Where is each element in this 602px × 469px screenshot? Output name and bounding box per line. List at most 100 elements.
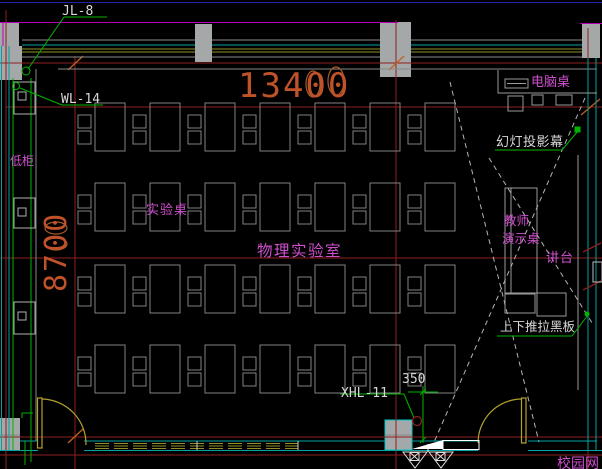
stool: [408, 277, 421, 290]
stool: [298, 195, 311, 208]
stool: [133, 277, 146, 290]
stool: [133, 293, 146, 306]
door-right: [478, 398, 526, 443]
stool: [188, 115, 201, 128]
lab-desk: [315, 183, 345, 231]
stool: [298, 211, 311, 224]
right-furniture: [498, 70, 597, 390]
stool: [298, 131, 311, 144]
floorplan-drawing: 13400 8700 350 JL-8 WL-14 XHL-11 幻灯投影幕 上…: [0, 0, 602, 469]
stool: [353, 357, 366, 370]
stool: [133, 373, 146, 386]
lab-desk: [260, 345, 290, 393]
riser-wl14-label: WL-14: [61, 92, 100, 107]
lab-desk: [425, 103, 455, 151]
stool: [353, 211, 366, 224]
stool: [78, 115, 91, 128]
stool: [298, 277, 311, 290]
floorplan-canvas: 13400 8700 350 JL-8 WL-14 XHL-11 幻灯投影幕 上…: [0, 0, 602, 469]
lab-desk: [260, 265, 290, 313]
podium-label: 讲台: [546, 251, 574, 266]
lab-desk: [150, 265, 180, 313]
stool: [133, 115, 146, 128]
lab-desk: [425, 183, 455, 231]
lab-desk: [205, 103, 235, 151]
stool: [188, 277, 201, 290]
sink-units: [14, 82, 35, 334]
lab-desk: [205, 265, 235, 313]
stool: [243, 115, 256, 128]
lab-desk: [95, 345, 125, 393]
stool: [78, 195, 91, 208]
column-top-right: [582, 23, 600, 58]
riser-xhl11-label: XHL-11: [341, 386, 388, 401]
low-cabinet-run: [13, 78, 35, 465]
lab-desk: [205, 345, 235, 393]
lab-desk: [95, 103, 125, 151]
stool: [133, 357, 146, 370]
stool: [78, 293, 91, 306]
stool: [353, 373, 366, 386]
leader-jl8: [22, 17, 107, 75]
stool: [188, 211, 201, 224]
teacher-desk-label-line2: 演示桌: [502, 231, 540, 246]
stool: [298, 373, 311, 386]
stool: [298, 357, 311, 370]
stool: [133, 131, 146, 144]
section-symbols: [403, 440, 479, 468]
stool: [298, 293, 311, 306]
stool: [353, 195, 366, 208]
stool: [243, 131, 256, 144]
stool: [188, 195, 201, 208]
stool: [408, 357, 421, 370]
dimension-width-label: 13400: [238, 66, 350, 106]
stool: [243, 357, 256, 370]
stool: [78, 357, 91, 370]
wall-break-marks: [583, 243, 602, 290]
stool: [408, 131, 421, 144]
lab-desk: [150, 345, 180, 393]
teacher-desk-label-line1: 教师: [504, 213, 529, 228]
dimension-350-label: 350: [402, 372, 425, 387]
stool: [188, 131, 201, 144]
stool: [353, 293, 366, 306]
sliding-blackboard-label: 上下推拉黑板: [500, 319, 576, 334]
adjacent-room-partial-label: 校园网: [557, 455, 599, 469]
column-top-2: [195, 24, 212, 62]
computer-desk-label: 电脑桌: [531, 75, 570, 90]
stool: [408, 195, 421, 208]
stool: [298, 115, 311, 128]
stool: [78, 373, 91, 386]
lab-desk: [315, 265, 345, 313]
stool: [133, 195, 146, 208]
stool: [243, 293, 256, 306]
lab-table-label: 实验桌: [146, 202, 188, 218]
equipment-box-left: [505, 294, 535, 313]
text-labels: 13400 8700 350 JL-8 WL-14 XHL-11 幻灯投影幕 上…: [10, 4, 599, 469]
lab-desk: [150, 103, 180, 151]
door-left: [38, 398, 87, 448]
stool: [78, 211, 91, 224]
stool: [353, 115, 366, 128]
lab-desk: [425, 345, 455, 393]
stool: [243, 277, 256, 290]
dimension-depth-label: 8700: [39, 212, 74, 292]
bottom-wall: [0, 441, 602, 451]
lab-desk: [260, 103, 290, 151]
lab-desk: [95, 265, 125, 313]
stool: [188, 373, 201, 386]
stool: [353, 131, 366, 144]
stool: [408, 115, 421, 128]
room-name-label: 物理实验室: [257, 242, 342, 260]
lab-desk: [425, 265, 455, 313]
computer-chair: [508, 96, 523, 111]
stool: [243, 195, 256, 208]
stool: [188, 293, 201, 306]
pipe-riser-circle: [413, 417, 422, 426]
low-cabinet-label: 低柜: [10, 154, 34, 168]
projection-screen-label: 幻灯投影幕: [496, 134, 564, 150]
lab-desk: [260, 183, 290, 231]
stool: [78, 277, 91, 290]
riser-jl8-label: JL-8: [62, 4, 93, 19]
stool: [78, 131, 91, 144]
